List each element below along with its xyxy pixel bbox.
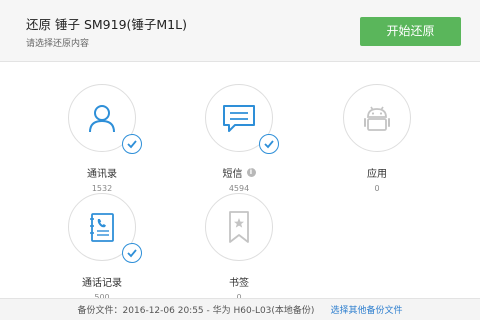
category-label: 通话记录	[82, 278, 122, 289]
bookmarks-tile[interactable]	[205, 193, 273, 261]
category-label: 短信	[222, 169, 243, 180]
contacts-selected-check-icon[interactable]	[122, 134, 142, 154]
backup-file-info: 备份文件：2016-12-06 20:55 - 华为 H60-L03(本地备份)	[77, 306, 315, 316]
start-restore-button[interactable]: 开始还原	[360, 17, 461, 46]
page-title: 还原 锤子 SM919(锤子M1L)	[26, 17, 187, 32]
category-grid: 通讯录 1532 短信 i 4594 应用 0 通话记录 书签	[0, 62, 480, 302]
call-log-icon	[90, 213, 114, 242]
messages-selected-check-icon[interactable]	[259, 134, 279, 154]
bookmark-icon	[229, 211, 249, 243]
message-bubble-icon	[223, 105, 255, 132]
call-log-selected-check-icon[interactable]	[122, 243, 142, 263]
apps-tile[interactable]	[343, 84, 411, 152]
category-label: 应用	[367, 169, 387, 180]
info-icon[interactable]: i	[246, 168, 256, 177]
category-contacts[interactable]: 通讯录 1532	[62, 84, 142, 193]
category-bookmarks[interactable]: 书签 0	[199, 193, 279, 302]
category-label: 通讯录	[87, 169, 117, 180]
category-call-log[interactable]: 通话记录 500	[62, 193, 142, 302]
page-subtitle: 请选择还原内容	[26, 39, 90, 49]
category-count: 0	[374, 184, 380, 193]
category-count: 1532	[91, 184, 113, 193]
footer: 备份文件：2016-12-06 20:55 - 华为 H60-L03(本地备份)…	[0, 298, 480, 320]
android-icon	[364, 106, 390, 131]
category-label: 书签	[229, 278, 249, 289]
category-count: 4594	[228, 184, 250, 193]
choose-other-backup-link[interactable]: 选择其他备份文件	[330, 303, 402, 316]
category-apps[interactable]: 应用 0	[337, 84, 417, 193]
contact-person-icon	[89, 105, 115, 133]
header: 还原 锤子 SM919(锤子M1L) 请选择还原内容 开始还原	[0, 0, 480, 62]
category-messages[interactable]: 短信 i 4594	[199, 84, 279, 193]
